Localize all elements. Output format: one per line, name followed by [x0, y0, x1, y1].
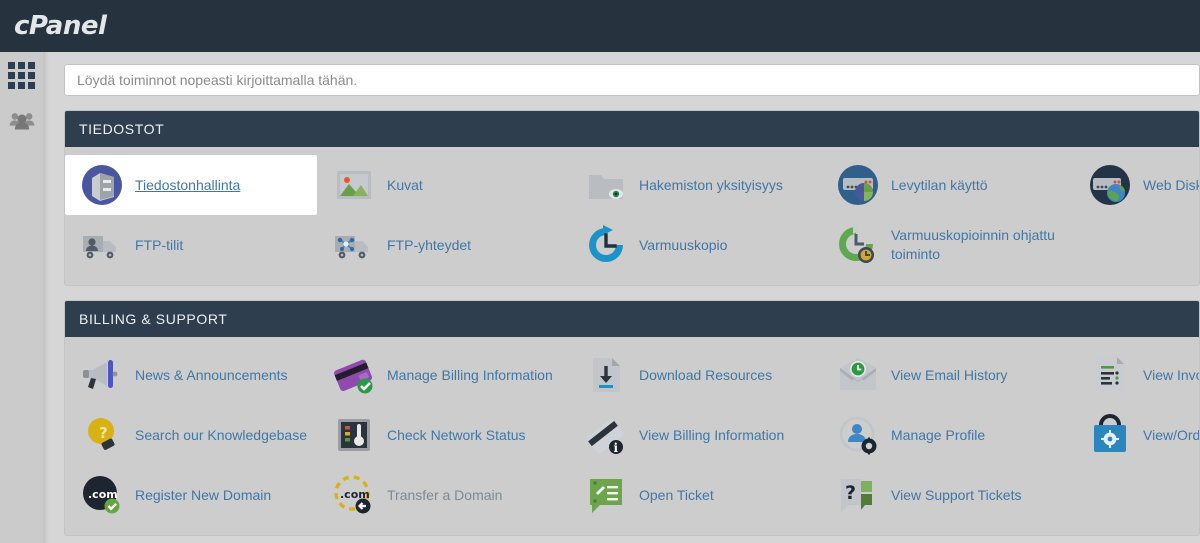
shopping-bag-icon [1087, 412, 1133, 458]
section-title: BILLING & SUPPORT [65, 301, 1199, 337]
feature-item[interactable]: Open Ticket [569, 465, 821, 525]
download-file-icon [583, 352, 629, 398]
sidebar-item-user-manager[interactable] [0, 98, 43, 144]
feature-item[interactable]: Varmuuskopio [569, 215, 821, 275]
backup-icon [583, 222, 629, 268]
sections-root: TIEDOSTOT Tiedostonhallinta Kuvat Hakemisto… [64, 110, 1200, 536]
credit-card-info-icon: i [583, 412, 629, 458]
sidebar-item-apps[interactable] [0, 52, 43, 98]
feature-item[interactable]: .com Transfer a Domain [317, 465, 569, 525]
section-items: Tiedostonhallinta Kuvat Hakemiston yksityi… [65, 147, 1199, 285]
profile-gear-icon [835, 412, 881, 458]
feature-item-label[interactable]: Tiedostonhallinta [135, 176, 240, 195]
transfer-domain-icon: .com [331, 472, 377, 518]
svg-text:?: ? [99, 424, 108, 442]
item-row: News & Announcements Manage Billing Infor… [65, 345, 1199, 405]
search-input[interactable] [64, 64, 1200, 96]
feature-item[interactable]: Manage Profile [821, 405, 1073, 465]
feature-item[interactable]: FTP-yhteydet [317, 215, 569, 275]
feature-item[interactable]: View/Order Upgrades [1073, 405, 1199, 465]
feature-item[interactable]: Kuvat [317, 155, 569, 215]
invoice-icon [1087, 352, 1133, 398]
register-domain-icon: .com [79, 472, 125, 518]
feature-item[interactable]: View Email History [821, 345, 1073, 405]
feature-item[interactable]: Web Disk [1073, 155, 1199, 215]
item-row: FTP-tilit FTP-yhteydet Varmuuskopio Varmuus… [65, 215, 1199, 275]
feature-item-label[interactable]: Levytilan käyttö [891, 176, 988, 195]
feature-item-label[interactable]: Hakemiston yksityisyys [639, 176, 783, 195]
feature-item-label[interactable]: Search our Knowledgebase [135, 426, 307, 445]
feature-item-label[interactable]: Register New Domain [135, 486, 271, 505]
feature-item-label[interactable]: Varmuuskopioinnin ohjattu toiminto [891, 226, 1067, 264]
item-row: Tiedostonhallinta Kuvat Hakemiston yksityi… [65, 155, 1199, 215]
feature-item-label[interactable]: FTP-yhteydet [387, 236, 471, 255]
search-container [64, 64, 1200, 96]
cpanel-logo[interactable]: cPanel [14, 11, 107, 41]
support-tickets-icon: ? [835, 472, 881, 518]
feature-item-label[interactable]: View Support Tickets [891, 486, 1021, 505]
feature-item[interactable]: News & Announcements [65, 345, 317, 405]
ftp-accounts-icon [79, 222, 125, 268]
feature-item-label[interactable]: Varmuuskopio [639, 236, 727, 255]
svg-text:?: ? [845, 482, 856, 504]
network-status-icon [331, 412, 377, 458]
feature-item-label[interactable]: View Invoices [1143, 366, 1199, 385]
svg-text:i: i [614, 441, 619, 455]
item-row: ? Search our Knowledgebase Check Network S… [65, 405, 1199, 465]
feature-item-label[interactable]: FTP-tilit [135, 236, 183, 255]
lightbulb-question-icon: ? [79, 412, 125, 458]
feature-item[interactable]: Download Resources [569, 345, 821, 405]
disk-usage-icon [835, 162, 881, 208]
feature-item-label[interactable]: View Email History [891, 366, 1007, 385]
feature-item-label[interactable]: Web Disk [1143, 176, 1199, 195]
feature-item[interactable]: Hakemiston yksityisyys [569, 155, 821, 215]
feature-item-label[interactable]: Check Network Status [387, 426, 526, 445]
feature-item-label[interactable]: Transfer a Domain [387, 486, 502, 505]
section-items: News & Announcements Manage Billing Infor… [65, 337, 1199, 535]
feature-item-label[interactable]: Kuvat [387, 176, 423, 195]
feature-item[interactable]: Manage Billing Information [317, 345, 569, 405]
feature-item-label[interactable]: Manage Profile [891, 426, 985, 445]
feature-item[interactable]: Tiedostonhallinta [65, 155, 317, 215]
top-header-bar: cPanel [0, 0, 1200, 52]
feature-item-label[interactable]: Open Ticket [639, 486, 714, 505]
feature-item[interactable]: Levytilan käyttö [821, 155, 1073, 215]
credit-card-check-icon [331, 352, 377, 398]
feature-item-label[interactable]: News & Announcements [135, 366, 288, 385]
feature-item-label[interactable]: View/Order Upgrades [1143, 426, 1199, 445]
main-content: TIEDOSTOT Tiedostonhallinta Kuvat Hakemisto… [50, 52, 1200, 543]
feature-item-label[interactable]: Download Resources [639, 366, 772, 385]
feature-item[interactable]: Varmuuskopioinnin ohjattu toiminto [821, 215, 1073, 275]
backup-wizard-icon [835, 222, 881, 268]
left-sidebar [0, 52, 49, 543]
feature-item-label[interactable]: Manage Billing Information [387, 366, 553, 385]
feature-item-label[interactable]: View Billing Information [639, 426, 784, 445]
file-manager-icon [79, 162, 125, 208]
web-disk-icon [1087, 162, 1133, 208]
feature-item[interactable]: ? View Support Tickets [821, 465, 1073, 525]
user-manager-icon [7, 106, 37, 136]
feature-item[interactable]: i View Billing Information [569, 405, 821, 465]
ftp-connections-icon [331, 222, 377, 268]
feature-item[interactable]: View Invoices [1073, 345, 1199, 405]
item-row: .com Register New Domain .com Transfer a Do… [65, 465, 1199, 525]
feature-item[interactable]: ? Search our Knowledgebase [65, 405, 317, 465]
email-history-icon [835, 352, 881, 398]
section-title: TIEDOSTOT [65, 111, 1199, 147]
images-icon [331, 162, 377, 208]
feature-item[interactable]: FTP-tilit [65, 215, 317, 275]
section-panel: BILLING & SUPPORT News & Announcements Man… [64, 300, 1200, 536]
apps-grid-icon [8, 61, 35, 89]
section-panel: TIEDOSTOT Tiedostonhallinta Kuvat Hakemisto… [64, 110, 1200, 286]
megaphone-icon [79, 352, 125, 398]
open-ticket-icon [583, 472, 629, 518]
feature-item[interactable]: .com Register New Domain [65, 465, 317, 525]
feature-item[interactable]: Check Network Status [317, 405, 569, 465]
directory-privacy-icon [583, 162, 629, 208]
